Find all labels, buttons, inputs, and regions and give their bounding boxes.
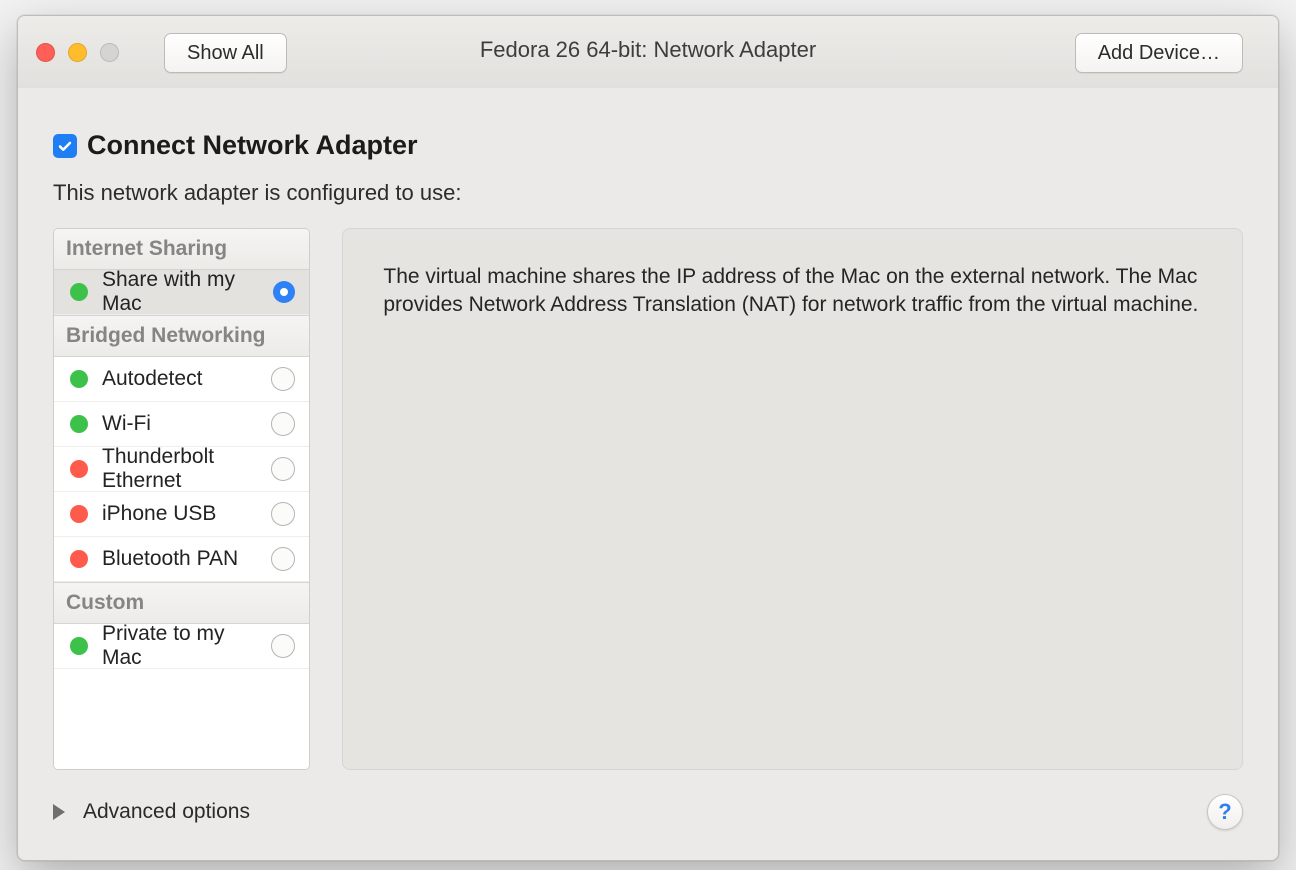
- section-header-internet-sharing: Internet Sharing: [54, 229, 309, 270]
- adapter-row-private-to-my-mac[interactable]: Private to my Mac: [54, 624, 309, 669]
- adapter-label: iPhone USB: [102, 502, 257, 526]
- adapter-label: Share with my Mac: [102, 268, 259, 316]
- advanced-options-toggle[interactable]: Advanced options: [53, 800, 250, 824]
- adapter-label: Bluetooth PAN: [102, 547, 257, 571]
- status-dot-icon: [70, 505, 88, 523]
- panel-body: Connect Network Adapter This network ada…: [18, 88, 1278, 860]
- adapter-radio[interactable]: [271, 502, 295, 526]
- status-dot-icon: [70, 415, 88, 433]
- connect-adapter-row[interactable]: Connect Network Adapter: [53, 130, 418, 161]
- add-device-button[interactable]: Add Device…: [1075, 33, 1243, 73]
- section-header-custom: Custom: [54, 582, 309, 624]
- show-all-button[interactable]: Show All: [164, 33, 287, 73]
- zoom-icon: [100, 43, 119, 62]
- adapter-radio[interactable]: [271, 367, 295, 391]
- adapter-row-share-with-my-mac[interactable]: Share with my Mac: [54, 270, 309, 315]
- adapter-label: Autodetect: [102, 367, 257, 391]
- connect-adapter-checkbox[interactable]: [53, 134, 77, 158]
- adapter-radio[interactable]: [271, 412, 295, 436]
- adapter-label: Wi-Fi: [102, 412, 257, 436]
- close-icon[interactable]: [36, 43, 55, 62]
- traffic-lights: [36, 43, 119, 62]
- description-panel: The virtual machine shares the IP addres…: [342, 228, 1243, 770]
- section-header-bridged-networking: Bridged Networking: [54, 315, 309, 357]
- adapter-row-bluetooth-pan[interactable]: Bluetooth PAN: [54, 537, 309, 582]
- adapter-row-iphone-usb[interactable]: iPhone USB: [54, 492, 309, 537]
- status-dot-icon: [70, 460, 88, 478]
- adapter-radio[interactable]: [273, 281, 295, 303]
- adapter-label: Private to my Mac: [102, 622, 257, 670]
- description-text: The virtual machine shares the IP addres…: [383, 265, 1198, 316]
- advanced-options-label: Advanced options: [83, 800, 250, 824]
- status-dot-icon: [70, 370, 88, 388]
- columns: Internet Sharing Share with my Mac Bridg…: [53, 228, 1243, 770]
- adapter-radio[interactable]: [271, 634, 295, 658]
- disclosure-triangle-icon: [53, 804, 65, 820]
- adapter-radio[interactable]: [271, 457, 295, 481]
- configured-to-use-label: This network adapter is configured to us…: [53, 180, 461, 206]
- adapter-radio[interactable]: [271, 547, 295, 571]
- titlebar: Show All Fedora 26 64-bit: Network Adapt…: [18, 16, 1278, 89]
- adapter-row-wifi[interactable]: Wi-Fi: [54, 402, 309, 447]
- connect-adapter-label: Connect Network Adapter: [87, 130, 418, 161]
- adapter-list: Internet Sharing Share with my Mac Bridg…: [53, 228, 310, 770]
- help-button[interactable]: ?: [1207, 794, 1243, 830]
- status-dot-icon: [70, 637, 88, 655]
- adapter-label: Thunderbolt Ethernet: [102, 445, 257, 493]
- adapter-row-thunderbolt-ethernet[interactable]: Thunderbolt Ethernet: [54, 447, 309, 492]
- footer: Advanced options ?: [53, 794, 1243, 830]
- list-empty-space: [54, 669, 309, 769]
- minimize-icon[interactable]: [68, 43, 87, 62]
- status-dot-icon: [70, 283, 88, 301]
- checkmark-icon: [57, 138, 73, 154]
- status-dot-icon: [70, 550, 88, 568]
- adapter-row-autodetect[interactable]: Autodetect: [54, 357, 309, 402]
- settings-window: Show All Fedora 26 64-bit: Network Adapt…: [17, 15, 1279, 861]
